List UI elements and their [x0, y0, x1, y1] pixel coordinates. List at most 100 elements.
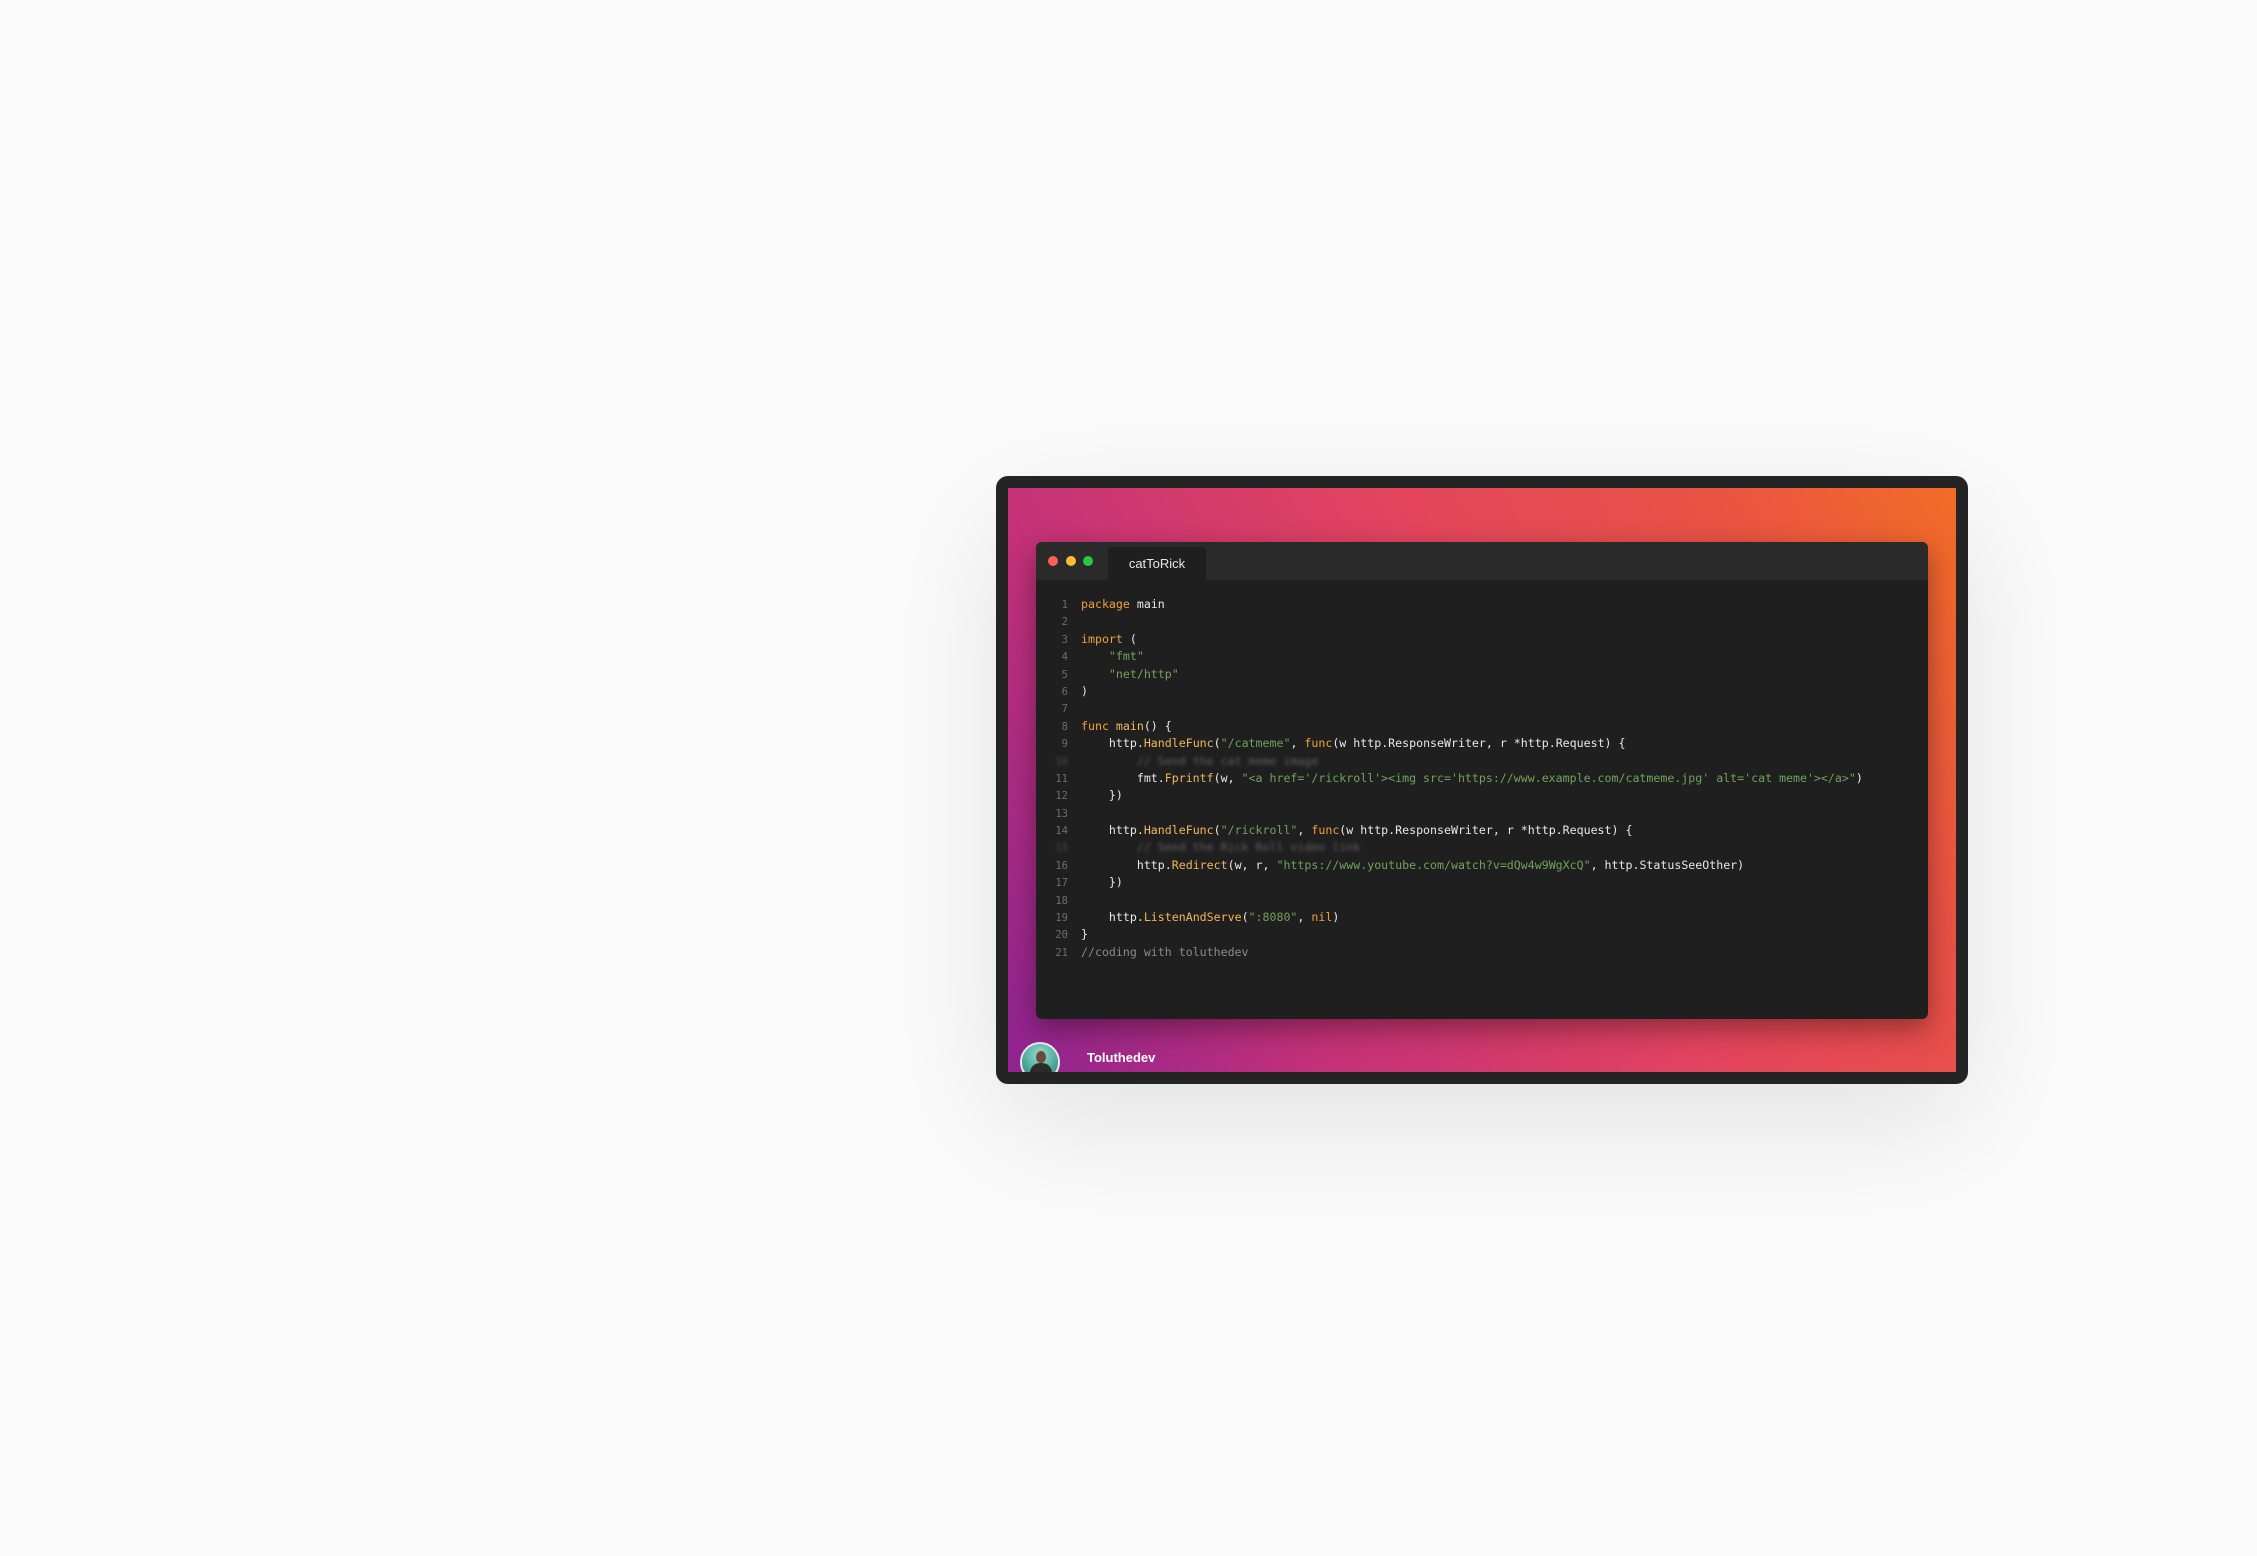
- code-line: 21 //coding with toluthedev: [1036, 944, 1928, 961]
- code-text: fmt.Fprintf(w, "<a href='/rickroll'><img…: [1081, 770, 1863, 787]
- code-text: func main() {: [1081, 718, 1172, 735]
- code-token: func: [1311, 823, 1340, 838]
- code-token: ,: [1290, 736, 1305, 751]
- code-text: package main: [1081, 596, 1165, 613]
- line-number: 21: [1055, 946, 1068, 959]
- code-token: http.: [1081, 857, 1172, 872]
- code-token: (: [1241, 910, 1249, 925]
- line-number: 6: [1061, 685, 1068, 698]
- code-text: http.HandleFunc("/rickroll", func(w http…: [1081, 822, 1633, 839]
- code-token: //coding with toluthedev: [1081, 944, 1249, 959]
- code-text: http.HandleFunc("/catmeme", func(w http.…: [1081, 735, 1626, 752]
- line-number: 1: [1061, 599, 1068, 611]
- code-token: ): [1081, 683, 1088, 698]
- line-number: 4: [1061, 651, 1068, 664]
- line-number: 5: [1061, 668, 1068, 681]
- code-token: "/rickroll": [1220, 823, 1298, 838]
- code-line: 3 import (: [1036, 631, 1928, 648]
- code-token: Redirect: [1171, 857, 1228, 872]
- code-line: 9 http.HandleFunc("/catmeme", func(w htt…: [1036, 735, 1928, 752]
- code-token: func: [1081, 718, 1109, 733]
- line-number: 2: [1061, 616, 1068, 629]
- code-token: "net/http": [1108, 666, 1179, 681]
- code-token: }): [1081, 875, 1123, 890]
- code-text: }: [1081, 926, 1088, 943]
- code-token: ): [1855, 770, 1863, 785]
- code-token: }: [1081, 927, 1088, 942]
- code-line: 20}: [1036, 926, 1928, 943]
- code-text: // Send the Rick Roll video link: [1081, 839, 1360, 856]
- line-number: 9: [1061, 738, 1068, 751]
- line-number: 18: [1055, 894, 1068, 907]
- code-token: ListenAndServe: [1143, 910, 1242, 925]
- code-token: (: [1213, 823, 1221, 838]
- code-text: "net/http": [1081, 666, 1179, 683]
- code-token: import: [1081, 631, 1123, 646]
- code-text: "fmt": [1081, 648, 1144, 665]
- code-text: http.Redirect(w, r, "https://www.youtube…: [1081, 857, 1744, 874]
- code-token: main: [1115, 718, 1144, 733]
- line-number: 11: [1055, 772, 1068, 785]
- code-line: 15 // Send the Rick Roll video link: [1036, 839, 1928, 856]
- line-number: 3: [1061, 633, 1068, 646]
- device-frame: catToRick 1 package main 2 3 import (4 "fmt"…: [996, 476, 1968, 1084]
- code-token: HandleFunc: [1143, 823, 1214, 838]
- code-line: 10 // Send the cat meme image: [1036, 753, 1928, 770]
- code-text: }): [1081, 787, 1123, 804]
- code-token: package: [1081, 597, 1130, 611]
- code-text: }): [1081, 874, 1123, 891]
- code-token: ,: [1297, 910, 1312, 925]
- code-text: ): [1081, 683, 1088, 700]
- code-token: "<a href='/rickroll'><img src='https://w…: [1241, 770, 1856, 785]
- code-area[interactable]: 1 package main 2 3 import (4 "fmt" 5 "net/htt…: [1036, 596, 1928, 961]
- code-line: 1 package main: [1036, 596, 1928, 613]
- code-token: main: [1129, 597, 1165, 611]
- code-token: () {: [1143, 718, 1172, 733]
- code-line: 11 fmt.Fprintf(w, "<a href='/rickroll'><…: [1036, 770, 1928, 787]
- code-line: 8 func main() {: [1036, 718, 1928, 735]
- code-editor-window: catToRick 1 package main 2 3 import (4 "fmt"…: [1036, 542, 1928, 1019]
- code-token: (: [1122, 631, 1137, 646]
- code-token: HandleFunc: [1143, 736, 1214, 751]
- code-token: ":8080": [1248, 910, 1298, 925]
- code-text: // Send the cat meme image: [1081, 753, 1318, 770]
- code-token: http.: [1081, 910, 1144, 925]
- code-line: 19 http.ListenAndServe(":8080", nil): [1036, 909, 1928, 926]
- code-line: 17 }): [1036, 874, 1928, 891]
- code-token: Fprintf: [1164, 770, 1214, 785]
- line-number: 16: [1055, 859, 1068, 872]
- code-line: 5 "net/http": [1036, 666, 1928, 683]
- code-token: , http.StatusSeeOther): [1590, 857, 1745, 872]
- code-token: (: [1213, 736, 1221, 751]
- code-token: http.: [1081, 736, 1144, 751]
- code-token: func: [1304, 736, 1333, 751]
- code-line: 16 http.Redirect(w, r, "https://www.yout…: [1036, 857, 1928, 874]
- code-text: import (: [1081, 631, 1137, 648]
- code-line: 13: [1036, 805, 1928, 822]
- code-token: (w http.ResponseWriter, r *http.Request)…: [1339, 823, 1633, 838]
- code-line: 4 "fmt": [1036, 648, 1928, 665]
- line-number: 12: [1055, 790, 1068, 803]
- code-token: (w,: [1213, 770, 1242, 785]
- code-token: // Send the Rick Roll video link: [1136, 840, 1361, 855]
- line-number: 14: [1055, 825, 1068, 838]
- code-token: "fmt": [1108, 649, 1144, 664]
- maximize-window-icon[interactable]: [1083, 556, 1093, 566]
- close-window-icon[interactable]: [1048, 556, 1058, 566]
- code-token: nil: [1311, 910, 1333, 925]
- minimize-window-icon[interactable]: [1066, 556, 1076, 566]
- editor-titlebar: catToRick: [1036, 542, 1928, 580]
- line-number: 10: [1055, 755, 1068, 768]
- code-token: ): [1332, 910, 1340, 925]
- code-line: 12 }): [1036, 787, 1928, 804]
- code-token: ,: [1297, 823, 1312, 838]
- code-token: "https://www.youtube.com/watch?v=dQw4w9W…: [1276, 857, 1591, 872]
- line-number: 15: [1055, 842, 1068, 855]
- editor-tab[interactable]: catToRick: [1108, 547, 1206, 580]
- code-line: 6): [1036, 683, 1928, 700]
- code-text: http.ListenAndServe(":8080", nil): [1081, 909, 1339, 926]
